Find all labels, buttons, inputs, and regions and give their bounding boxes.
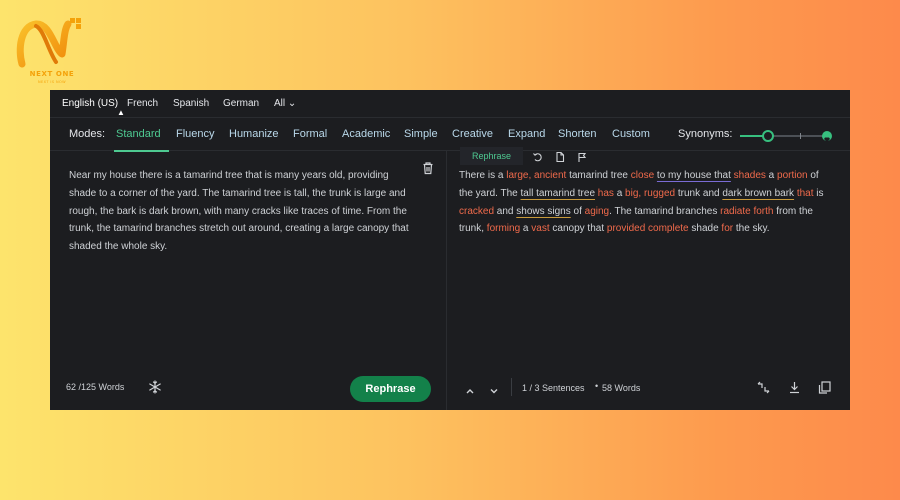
mode-humanize[interactable]: Humanize bbox=[229, 128, 279, 140]
output-text-span: There is a bbox=[459, 170, 507, 181]
logo-name: NEXT ONE bbox=[29, 70, 75, 78]
mode-formal[interactable]: Formal bbox=[293, 128, 327, 140]
mode-expand[interactable]: Expand bbox=[508, 128, 545, 140]
mode-fluency[interactable]: Fluency bbox=[176, 128, 215, 140]
changed-word[interactable]: close bbox=[631, 170, 654, 181]
changed-word[interactable]: large, ancient bbox=[506, 170, 566, 181]
changed-word[interactable]: that bbox=[797, 188, 814, 199]
modes-label: Modes: bbox=[69, 128, 106, 140]
slider-handle[interactable] bbox=[762, 130, 775, 142]
underlined-phrase: to my house that bbox=[656, 170, 731, 181]
footer-separator bbox=[511, 378, 512, 396]
premium-diamond-icon bbox=[822, 131, 832, 142]
changed-word[interactable]: has bbox=[598, 188, 614, 199]
underlined-phrase: dark brown bark bbox=[722, 187, 795, 199]
underlined-phrase: shows signs bbox=[516, 205, 571, 217]
output-text-span: . The tamarind branches bbox=[609, 205, 721, 217]
output-text-span: a bbox=[613, 187, 626, 199]
output-text-area: There is a large, ancient tamarind tree … bbox=[459, 167, 834, 238]
output-text-span: trunk and bbox=[675, 187, 723, 199]
output-text-span: a bbox=[765, 170, 778, 181]
paraphraser-app: English (US) ▲ French Spanish German All… bbox=[50, 90, 850, 410]
changed-word[interactable]: big, rugged bbox=[625, 188, 675, 199]
document-icon[interactable] bbox=[554, 150, 566, 163]
chevron-up-icon[interactable] bbox=[464, 383, 476, 394]
flag-icon[interactable] bbox=[576, 150, 588, 162]
pane-divider bbox=[446, 151, 447, 410]
changed-word[interactable]: cracked bbox=[459, 206, 494, 217]
chevron-down-icon[interactable] bbox=[488, 383, 500, 394]
language-tab-french[interactable]: French bbox=[127, 98, 158, 109]
mode-academic[interactable]: Academic bbox=[342, 128, 390, 140]
output-text-span: tamarind tree bbox=[566, 170, 631, 181]
undo-icon[interactable] bbox=[532, 150, 544, 162]
rephrase-tab[interactable]: Rephrase bbox=[460, 147, 523, 165]
changed-word[interactable]: shades bbox=[734, 170, 766, 181]
modes-bar: Modes: Standard Fluency Humanize Formal … bbox=[50, 117, 850, 152]
changed-word[interactable]: forming bbox=[487, 223, 520, 234]
output-text-span: is bbox=[813, 187, 824, 199]
download-icon[interactable] bbox=[787, 380, 802, 395]
snowflake-icon[interactable] bbox=[148, 380, 162, 394]
language-dropdown-all[interactable]: All ⌄ bbox=[274, 98, 296, 109]
input-word-count: 62 /125 Words bbox=[66, 382, 125, 392]
changed-word[interactable]: radiate forth bbox=[720, 206, 773, 217]
output-text-span: a bbox=[520, 223, 532, 235]
language-tab-spanish[interactable]: Spanish bbox=[173, 98, 209, 109]
next-one-logo: NEXT ONE NEXT IS NOW bbox=[14, 14, 90, 86]
underlined-phrase: tall tamarind tree bbox=[520, 187, 596, 199]
changed-word[interactable]: aging bbox=[585, 206, 609, 217]
copy-icon[interactable] bbox=[817, 380, 832, 395]
logo-tagline: NEXT IS NOW bbox=[37, 80, 67, 84]
compare-icon[interactable] bbox=[756, 380, 771, 395]
language-tab-german[interactable]: German bbox=[223, 98, 259, 109]
trash-icon[interactable] bbox=[421, 161, 435, 175]
mode-simple[interactable]: Simple bbox=[404, 128, 438, 140]
language-bar: English (US) ▲ French Spanish German All… bbox=[50, 90, 850, 117]
sentence-counter: 1 / 3 Sentences bbox=[522, 383, 585, 393]
changed-word[interactable]: for bbox=[721, 223, 733, 234]
output-text-span: and bbox=[494, 205, 517, 217]
rephrase-button[interactable]: Rephrase bbox=[350, 376, 431, 402]
mode-standard[interactable]: Standard bbox=[116, 128, 161, 140]
changed-word[interactable]: portion bbox=[777, 170, 808, 181]
mouse-cursor: ▲ bbox=[117, 108, 125, 117]
output-text-span: the sky. bbox=[733, 223, 770, 235]
changed-word[interactable]: provided complete bbox=[607, 223, 689, 234]
mode-shorten[interactable]: Shorten bbox=[558, 128, 597, 140]
synonyms-slider[interactable] bbox=[740, 130, 832, 142]
changed-word[interactable]: vast bbox=[531, 223, 549, 234]
output-word-count: 58 Words bbox=[602, 383, 641, 393]
slider-tick bbox=[800, 133, 801, 139]
synonyms-label: Synonyms: bbox=[678, 128, 733, 140]
output-text-span: canopy that bbox=[549, 223, 607, 235]
output-text-span: of bbox=[570, 205, 585, 217]
input-text-area[interactable]: Near my house there is a tamarind tree t… bbox=[69, 167, 417, 256]
separator-dot: • bbox=[595, 381, 599, 391]
language-tab-english-us[interactable]: English (US) bbox=[62, 98, 118, 109]
active-mode-indicator bbox=[114, 150, 169, 152]
mode-creative[interactable]: Creative bbox=[452, 128, 493, 140]
mode-custom[interactable]: Custom bbox=[612, 128, 650, 140]
output-text-span: shade bbox=[688, 223, 722, 235]
